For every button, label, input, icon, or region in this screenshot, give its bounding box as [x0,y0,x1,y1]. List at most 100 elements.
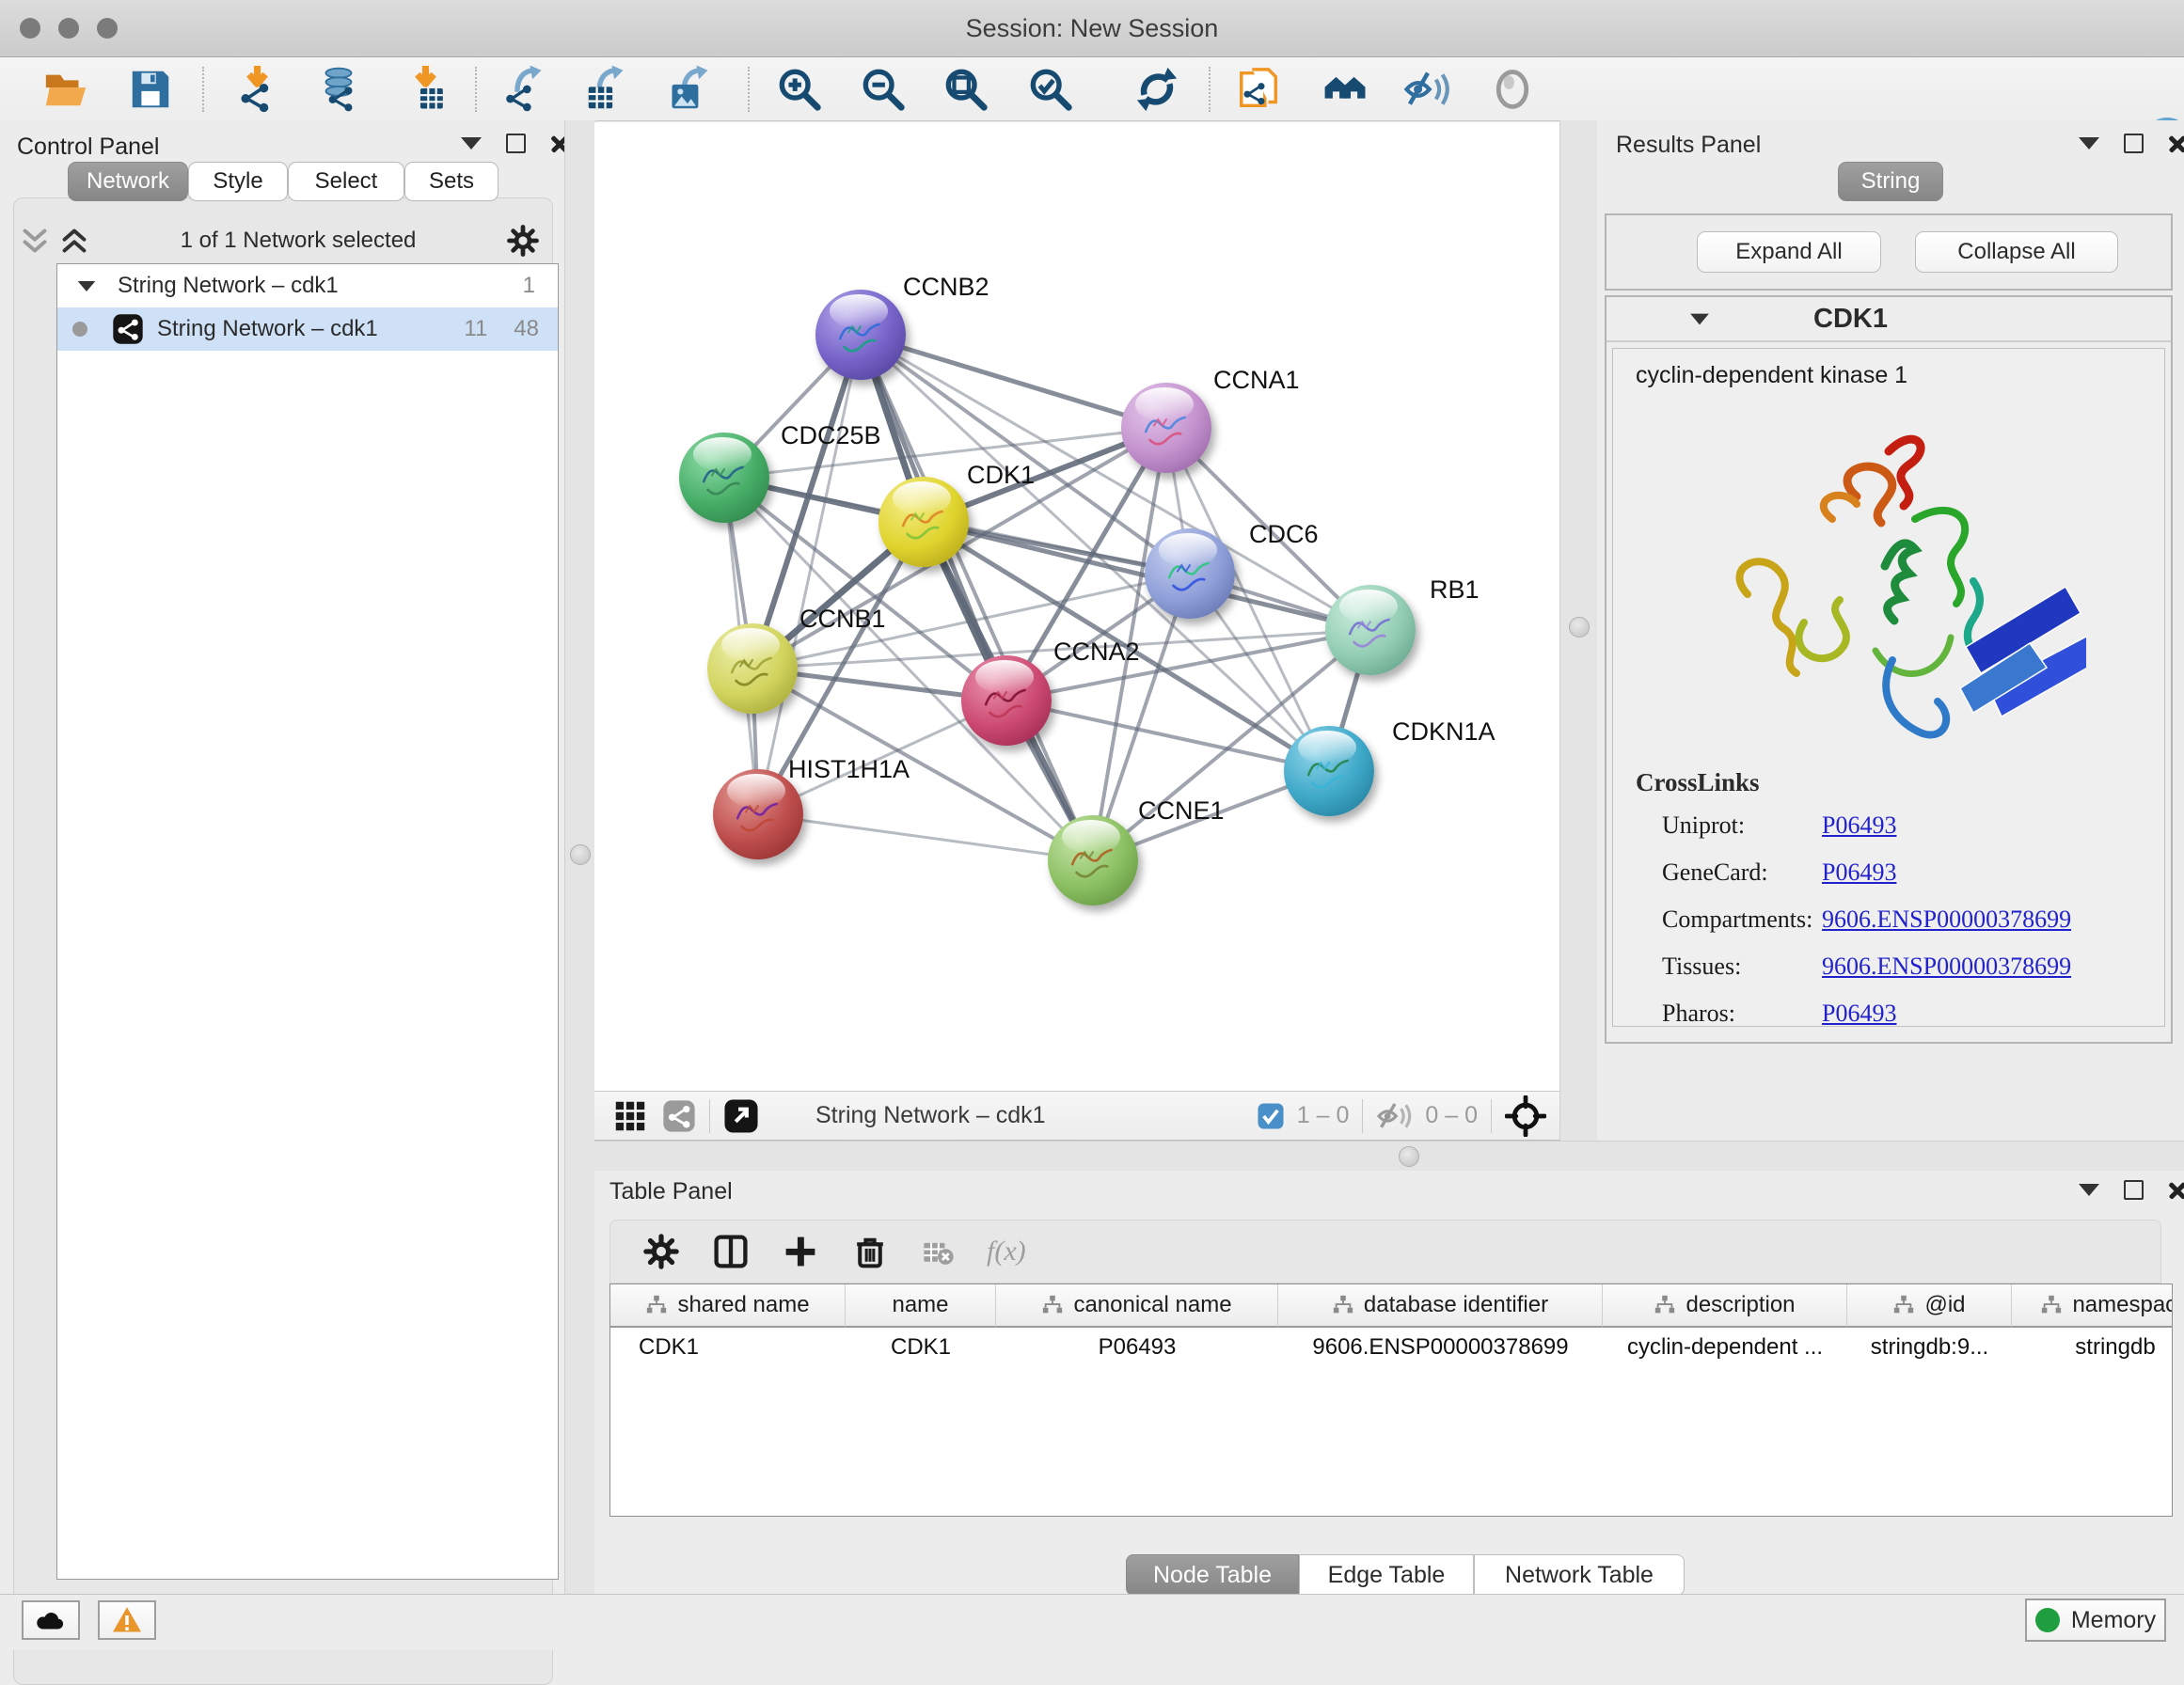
export-table-icon[interactable] [582,65,631,114]
divider-handle[interactable] [1399,1146,1419,1167]
results-panel-divider[interactable] [1559,120,1599,1141]
delete-column-icon[interactable] [851,1233,889,1270]
import-network-database-icon[interactable] [314,65,363,114]
hidden-eye-slash-icon[interactable] [1376,1100,1414,1132]
tab-style[interactable]: Style [188,162,288,201]
memory-button[interactable]: Memory [2025,1598,2166,1642]
network-options-gear-icon[interactable] [506,224,540,258]
float-panel-icon[interactable] [2124,1180,2144,1200]
zoom-out-icon[interactable] [859,65,908,114]
panel-menu-icon[interactable] [2079,1184,2099,1196]
divider-handle[interactable] [1569,617,1590,638]
uniprot-link[interactable]: P06493 [1822,811,2071,840]
tab-network[interactable]: Network [68,162,188,201]
table-cell[interactable]: cyclin-dependent ... [1603,1328,1847,1367]
network-node-CCNB2[interactable] [815,290,906,380]
column-header-name[interactable]: name [846,1284,996,1328]
tab-string[interactable]: String [1838,162,1943,201]
import-network-file-icon[interactable] [233,65,282,114]
table-cell[interactable]: P06493 [996,1328,1278,1367]
close-panel-icon[interactable] [2168,134,2184,153]
expand-all-networks-icon[interactable] [58,225,90,257]
zoom-selected-icon[interactable] [1026,65,1075,114]
network-canvas[interactable]: CCNB2CCNA1CDC25BCDK1CDC6RB1CCNB1CCNA2CDK… [594,122,1559,1091]
zoom-in-icon[interactable] [775,65,824,114]
collapse-all-networks-icon[interactable] [19,225,51,257]
table-panel-divider[interactable] [594,1141,2184,1173]
table-cell[interactable]: CDK1 [846,1328,996,1367]
column-header-canonical-name[interactable]: canonical name [996,1284,1278,1328]
network-node-CDK1[interactable] [878,477,969,567]
network-node-CDC6[interactable] [1145,528,1235,619]
cloud-status-button[interactable] [22,1600,80,1640]
column-header-namespace[interactable]: namespace [2012,1284,2173,1328]
crosslinks-title: CrossLinks [1636,768,1760,797]
tab-edge-table[interactable]: Edge Table [1299,1554,1474,1596]
float-panel-icon[interactable] [2124,134,2144,153]
tab-network-table[interactable]: Network Table [1474,1554,1685,1596]
table-options-gear-icon[interactable] [642,1233,680,1270]
network-node-CCNE1[interactable] [1048,815,1138,905]
network-collection-row[interactable]: String Network – cdk1 1 [57,264,558,307]
delete-table-icon[interactable] [921,1235,955,1268]
close-panel-icon[interactable] [2168,1181,2184,1200]
show-columns-icon[interactable] [712,1233,750,1270]
table-cell[interactable]: 9606.ENSP00000378699 [1278,1328,1603,1367]
expand-all-button[interactable]: Expand All [1697,231,1881,273]
network-node-CCNB1[interactable] [707,623,798,714]
column-header-description[interactable]: description [1603,1284,1847,1328]
table-cell[interactable]: stringdb:9... [1847,1328,2012,1367]
share-document-icon[interactable] [1235,65,1284,114]
network-node-RB1[interactable] [1325,585,1416,675]
grid-view-icon[interactable] [613,1099,647,1133]
home-icon[interactable] [1321,65,1369,114]
tab-node-table[interactable]: Node Table [1126,1554,1299,1596]
table-cell[interactable]: stringdb [2012,1328,2173,1367]
create-column-icon[interactable] [782,1233,819,1270]
genecard-link[interactable]: P06493 [1822,858,2071,887]
collection-expand-icon[interactable] [78,280,96,291]
window-titlebar: Session: New Session [0,0,2184,57]
tab-sets[interactable]: Sets [404,162,499,201]
collection-count: 1 [523,273,535,299]
node-table[interactable]: shared name name canonical name database… [609,1283,2173,1517]
crosshair-icon[interactable] [1505,1095,1546,1137]
tissues-link[interactable]: 9606.ENSP00000378699 [1822,953,2071,981]
network-node-CDC25B[interactable] [679,433,769,523]
network-node-CCNA2[interactable] [961,655,1052,746]
divider-handle[interactable] [570,844,591,865]
pharos-link[interactable]: P06493 [1822,1000,2071,1028]
protein-thumbnail [732,794,784,839]
birdseye-icon[interactable] [723,1098,759,1134]
panel-menu-icon[interactable] [2079,137,2099,150]
warnings-button[interactable] [98,1600,156,1640]
network-row[interactable]: String Network – cdk1 11 48 [57,307,558,351]
save-session-icon[interactable] [126,65,175,114]
network-node-CCNA1[interactable] [1121,383,1211,473]
gene-entry-header[interactable]: CDK1 [1606,297,2171,342]
crosslinks-list: Uniprot: P06493 GeneCard: P06493 Compart… [1662,811,2071,1028]
float-panel-icon[interactable] [506,134,526,153]
import-table-file-icon[interactable] [402,65,451,114]
open-session-icon[interactable] [41,65,90,114]
export-image-icon[interactable] [667,65,716,114]
compartments-link[interactable]: 9606.ENSP00000378699 [1822,905,2071,934]
column-header-database-identifier[interactable]: database identifier [1278,1284,1603,1328]
control-panel-divider[interactable] [564,120,596,1594]
panel-menu-icon[interactable] [461,137,482,150]
zoom-fit-icon[interactable] [942,65,990,114]
export-network-icon[interactable] [500,65,549,114]
selected-checkbox-icon[interactable] [1256,1101,1286,1131]
collapse-all-button[interactable]: Collapse All [1915,231,2118,273]
network-node-CDKN1A[interactable] [1284,726,1374,816]
eye-icon[interactable] [1488,65,1537,114]
hide-graphics-details-icon[interactable] [1403,65,1452,114]
column-header-shared-name[interactable]: shared name [610,1284,846,1328]
column-header-id[interactable]: @id [1847,1284,2012,1328]
tab-select[interactable]: Select [288,162,404,201]
network-overview-icon[interactable] [662,1099,696,1133]
function-builder-icon[interactable]: f(x) [987,1236,1026,1268]
table-cell[interactable]: CDK1 [610,1328,846,1367]
entry-collapse-icon[interactable] [1690,313,1709,324]
apply-layout-icon[interactable] [1132,65,1181,114]
